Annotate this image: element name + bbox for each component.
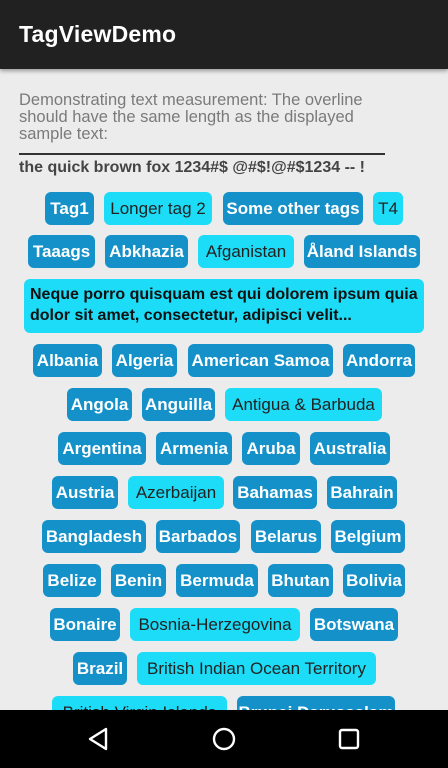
home-button[interactable] (194, 710, 254, 768)
tag-bahrain[interactable]: Bahrain (327, 476, 397, 509)
back-icon (88, 727, 108, 751)
tag-azerbaijan[interactable]: Azerbaijan (128, 476, 224, 509)
tag-aland-islands[interactable]: Åland Islands (304, 235, 420, 268)
tag-armenia[interactable]: Armenia (156, 432, 232, 465)
recents-button[interactable] (319, 710, 379, 768)
recents-icon (338, 728, 360, 750)
tag-bonaire[interactable]: Bonaire (50, 608, 120, 641)
tag-tag1[interactable]: Tag1 (45, 192, 94, 225)
tag-bhutan[interactable]: Bhutan (268, 564, 333, 597)
tag-andorra[interactable]: Andorra (343, 344, 415, 377)
tag-bermuda[interactable]: Bermuda (176, 564, 258, 597)
tag-bahamas[interactable]: Bahamas (233, 476, 317, 509)
tag-barbados[interactable]: Barbados (156, 520, 240, 553)
back-button[interactable] (68, 710, 128, 768)
tag-taaags[interactable]: Taaags (28, 235, 95, 268)
tag-belarus[interactable]: Belarus (251, 520, 321, 553)
tag-brazil[interactable]: Brazil (73, 652, 127, 685)
tag-american-samoa[interactable]: American Samoa (188, 344, 333, 377)
tag-angola[interactable]: Angola (67, 388, 132, 421)
tag-bolivia[interactable]: Bolivia (343, 564, 405, 597)
tag-australia[interactable]: Australia (310, 432, 390, 465)
tag-aruba[interactable]: Aruba (242, 432, 300, 465)
tag-bosnia-herzegovina[interactable]: Bosnia-Herzegovina (130, 608, 300, 641)
sample-text: the quick brown fox 1234#$ @#$!@#$1234 -… (19, 159, 365, 176)
tag-lorem-ipsum[interactable]: Neque porro quisquam est qui dolorem ips… (24, 279, 424, 333)
tag-albania[interactable]: Albania (33, 344, 102, 377)
tag-british-indian-ocean-territory[interactable]: British Indian Ocean Territory (137, 652, 376, 685)
tag-abkhazia[interactable]: Abkhazia (105, 235, 188, 268)
tag-austria[interactable]: Austria (52, 476, 118, 509)
home-icon (212, 727, 236, 751)
tag-anguilla[interactable]: Anguilla (142, 388, 215, 421)
system-navigation-bar (0, 710, 448, 768)
tag-brunei-darussalam[interactable]: Brunei Darussalam (237, 696, 395, 710)
tag-argentina[interactable]: Argentina (58, 432, 146, 465)
tag-bangladesh[interactable]: Bangladesh (42, 520, 146, 553)
description-text: Demonstrating text measurement: The over… (19, 91, 363, 143)
tag-algeria[interactable]: Algeria (112, 344, 177, 377)
tag-afganistan[interactable]: Afganistan (198, 235, 294, 268)
measurement-overline (19, 153, 385, 155)
tag-some-other-tags[interactable]: Some other tags (223, 192, 363, 225)
tag-botswana[interactable]: Botswana (310, 608, 398, 641)
tag-t4[interactable]: T4 (373, 192, 403, 225)
app-title: TagViewDemo (19, 21, 177, 47)
tag-benin[interactable]: Benin (111, 564, 166, 597)
tag-belgium[interactable]: Belgium (331, 520, 405, 553)
tag-british-virgin-islands[interactable]: British Virgin Islands (52, 696, 227, 710)
tag-longer-tag-2[interactable]: Longer tag 2 (104, 192, 212, 225)
tag-list-content[interactable]: Demonstrating text measurement: The over… (0, 69, 448, 710)
tag-belize[interactable]: Belize (43, 564, 101, 597)
app-bar: TagViewDemo (0, 0, 448, 69)
tag-antigua-barbuda[interactable]: Antigua & Barbuda (225, 388, 382, 421)
